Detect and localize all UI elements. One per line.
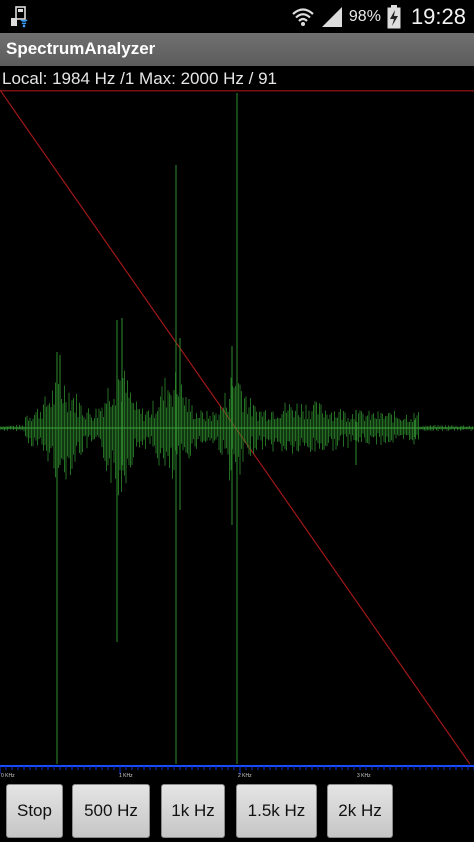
- wifi-icon: [292, 7, 314, 26]
- 2khz-button[interactable]: 2k Hz: [327, 784, 393, 838]
- spectrum-view: 0 KHz 1 KHz 2 KHz 3 KHz: [0, 90, 474, 780]
- 1-5khz-button[interactable]: 1.5k Hz: [236, 784, 317, 838]
- signal-icon: [321, 6, 342, 27]
- frequency-readout-text: Local: 1984 Hz /1 Max: 2000 Hz / 91: [2, 69, 277, 88]
- clock: 19:28: [410, 3, 466, 29]
- button-bar: Stop 500 Hz 1k Hz 1.5k Hz 2k Hz: [0, 780, 474, 842]
- battery-charging-icon: [387, 4, 401, 28]
- axis-label-3: 3 KHz: [357, 773, 371, 779]
- action-bar: SpectrumAnalyzer: [0, 33, 474, 66]
- battery-percent: 98%: [348, 7, 381, 25]
- axis-label-2: 2 KHz: [238, 773, 252, 779]
- status-bar: 98% 19:28: [0, 0, 474, 33]
- frequency-readout: Local: 1984 Hz /1 Max: 2000 Hz / 91: [0, 66, 474, 92]
- 1khz-button[interactable]: 1k Hz: [161, 784, 225, 838]
- axis-label-0: 0 KHz: [1, 773, 15, 779]
- 500hz-button[interactable]: 500 Hz: [72, 784, 150, 838]
- app-title: SpectrumAnalyzer: [6, 39, 156, 58]
- usb-debug-icon: [11, 6, 28, 28]
- axis-label-1: 1 KHz: [119, 773, 133, 779]
- stop-button[interactable]: Stop: [6, 784, 63, 838]
